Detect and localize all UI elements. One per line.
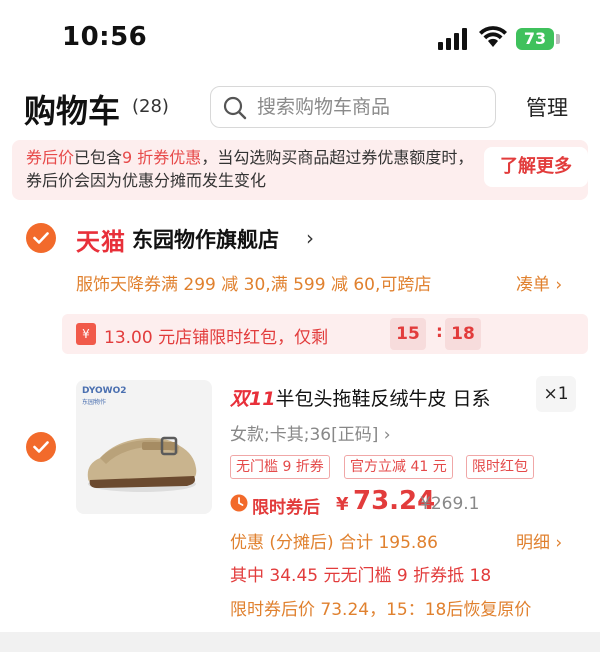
tag-red-packet: 限时红包 (466, 455, 534, 479)
discount-detail-link[interactable]: 明细 › (516, 528, 562, 553)
manage-button[interactable]: 管理 (526, 92, 568, 122)
search-icon (223, 96, 247, 120)
cellular-signal-icon (438, 28, 467, 50)
store-checkbox[interactable] (26, 223, 56, 253)
discount-summary: 优惠 (分摊后) 合计 195.86 (230, 533, 438, 553)
chevron-right-icon[interactable]: › (306, 226, 314, 250)
item-checkbox[interactable] (26, 432, 56, 462)
notice-text: 券后价已包含9 折券优惠，当勾选购买商品超过券优惠额度时，券后价会因为优惠分摊而… (26, 146, 474, 192)
page-title: 购物车 (24, 92, 121, 130)
notice-part-3: 9 折券优惠 (122, 148, 202, 167)
tmall-logo: 天猫 (76, 228, 126, 256)
product-image[interactable]: DYOWO2 东园物作 (76, 380, 212, 514)
quantity-selector[interactable]: ×1 (536, 376, 576, 412)
section-divider (0, 632, 600, 652)
limited-coupon-label: 限时券后 (252, 498, 320, 518)
learn-more-button[interactable]: 了解更多 (484, 147, 588, 187)
checkmark-icon (33, 232, 49, 244)
clog-shoe-illustration (87, 436, 197, 492)
notice-part-2: 已包含 (74, 148, 123, 167)
search-input[interactable] (257, 93, 487, 121)
price-restore-notice: 限时券后价 73.24，15：18后恢复原价 (230, 600, 532, 620)
red-packet-icon: ¥ (76, 323, 96, 345)
countdown-minutes: 15 (390, 318, 426, 350)
currency-symbol: ¥ (336, 494, 349, 515)
cart-count: (28) (132, 96, 169, 117)
product-title-text: 半包头拖鞋反绒牛皮 日系 (275, 388, 491, 410)
countdown-seconds: 18 (445, 318, 481, 350)
notice-part-1: 券后价 (26, 148, 75, 167)
status-bar: 10:56 73 (0, 0, 600, 80)
product-title[interactable]: 双11半包头拖鞋反绒牛皮 日系 (230, 384, 491, 411)
countdown-separator: : (436, 322, 443, 342)
price-notice-banner: 券后价已包含9 折券优惠，当勾选购买商品超过券优惠额度时，券后价会因为优惠分摊而… (12, 140, 588, 200)
tag-coupon: 无门槛 9 折券 (230, 455, 330, 479)
store-promo-text: 服饰天降券满 299 减 30,满 599 减 60,可跨店 (76, 275, 432, 295)
redpacket-text: 13.00 元店铺限时红包，仅剩 (104, 328, 329, 348)
wifi-icon (479, 26, 507, 47)
make-up-order-link[interactable]: 凑单 › (516, 270, 562, 295)
checkmark-icon (33, 441, 49, 453)
sku-selector[interactable]: 女款;卡其;36[正码] › (230, 420, 391, 445)
store-name-link[interactable]: 东园物作旗舰店 (132, 224, 279, 254)
status-time: 10:56 (62, 22, 148, 52)
coupon-breakdown: 其中 34.45 元无门槛 9 折券抵 18 (230, 566, 492, 586)
double11-badge: 双11 (230, 388, 276, 410)
battery-indicator: 73 (516, 28, 554, 50)
store-redpacket-banner: ¥ 13.00 元店铺限时红包，仅剩 15 : 18 (62, 314, 588, 354)
tag-official-discount: 官方立减 41 元 (344, 455, 453, 479)
search-box[interactable] (210, 86, 496, 128)
clock-icon (230, 494, 248, 512)
battery-tip (556, 34, 560, 44)
original-price: ¥269.1 (420, 494, 480, 514)
